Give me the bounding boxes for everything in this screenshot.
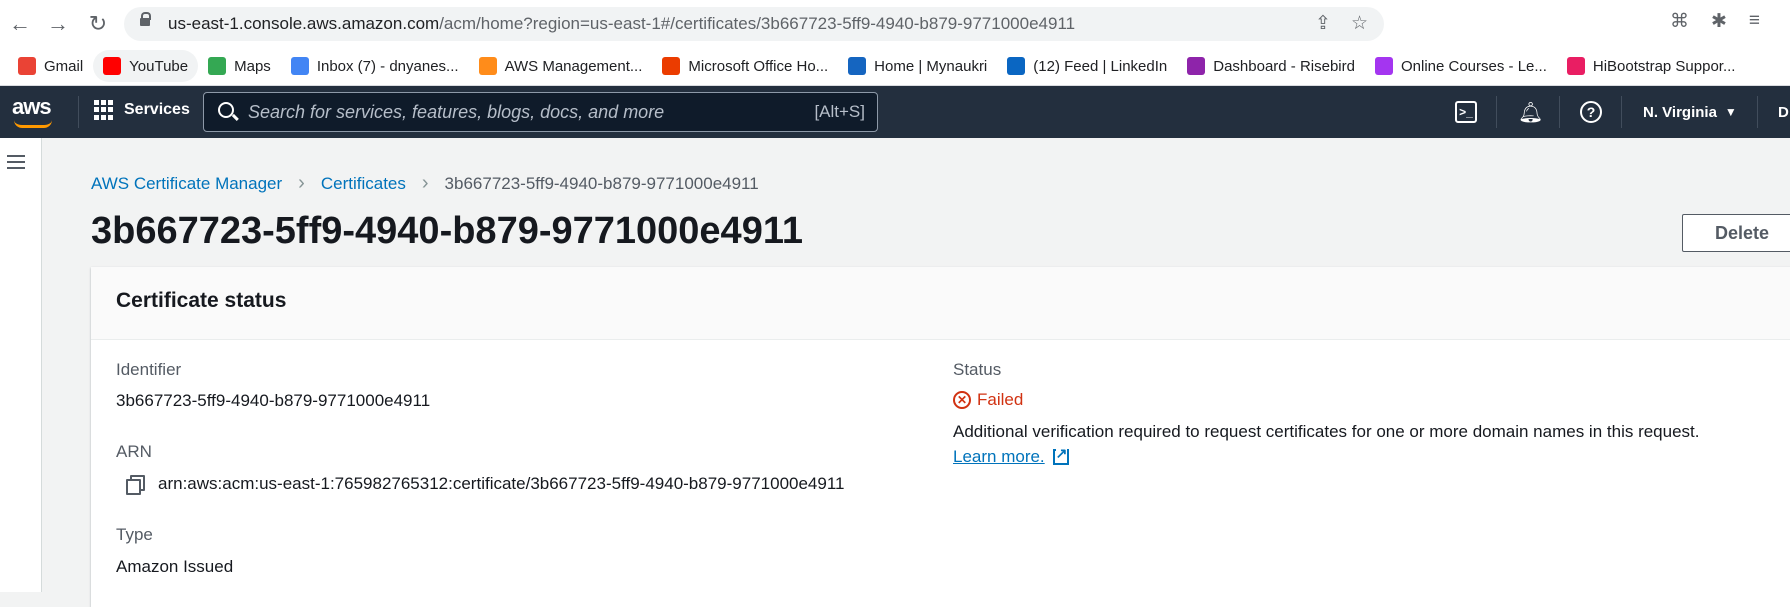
- bookmark-label: (12) Feed | LinkedIn: [1033, 57, 1168, 75]
- status-message: Additional verification required to requ…: [953, 422, 1700, 441]
- breadcrumb: AWS Certificate Manager › Certificates ›…: [91, 172, 759, 195]
- address-bar[interactable]: us-east-1.console.aws.amazon.com/acm/hom…: [124, 7, 1384, 41]
- chevron-right-icon: ›: [421, 172, 429, 194]
- side-nav: [0, 138, 42, 592]
- bookmark-label: YouTube: [129, 57, 189, 75]
- bookmark-item[interactable]: Online Courses - Le...: [1365, 50, 1557, 82]
- bell-icon[interactable]: 🔔︎: [1518, 100, 1543, 125]
- lock-icon[interactable]: [140, 12, 151, 29]
- bookmark-label: Gmail: [44, 57, 84, 75]
- bookmark-item[interactable]: AWS Management...: [469, 50, 653, 82]
- forward-icon[interactable]: →: [44, 10, 72, 38]
- divider: [1757, 96, 1758, 128]
- youtube-icon: [103, 57, 122, 75]
- services-label: Services: [124, 101, 190, 118]
- chevron-right-icon: ›: [298, 172, 305, 194]
- search-input[interactable]: Search for services, features, blogs, do…: [203, 92, 878, 132]
- learn-more-label: Learn more.: [953, 447, 1045, 466]
- status-label: Status: [953, 360, 1002, 379]
- aws-logo[interactable]: aws: [12, 94, 52, 120]
- learn-more-link[interactable]: Learn more.: [953, 446, 1069, 467]
- aws-smile-icon: [14, 120, 52, 128]
- url-host: us-east-1.console.aws.amazon.com: [168, 14, 440, 33]
- divider: [1496, 96, 1497, 128]
- arn-label: ARN: [116, 442, 152, 461]
- bookmark-item[interactable]: Gmail: [8, 50, 93, 82]
- aws-cube-icon: [478, 57, 497, 75]
- bookmark-star-icon[interactable]: ☆: [1351, 12, 1368, 35]
- region-selector[interactable]: N. Virginia ▼: [1643, 86, 1737, 138]
- region-label: N. Virginia: [1643, 103, 1717, 121]
- certificate-status-panel: Certificate status Identifier 3b667723-5…: [91, 267, 1790, 607]
- extension-icon[interactable]: ⌘: [1670, 10, 1689, 33]
- bookmark-item[interactable]: Dashboard - Risebird: [1177, 50, 1365, 82]
- bookmark-item[interactable]: Home | Mynaukri: [838, 50, 997, 82]
- divider: [78, 96, 79, 128]
- status-value: Failed: [977, 390, 1024, 409]
- bookmark-label: HiBootstrap Suppor...: [1592, 57, 1736, 75]
- bookmark-label: Home | Mynaukri: [874, 57, 988, 75]
- type-label: Type: [116, 525, 153, 544]
- status-badge: ✕ Failed: [953, 390, 1023, 410]
- bookmark-label: Dashboard - Risebird: [1213, 57, 1355, 75]
- hibootstrap-icon: [1566, 57, 1585, 75]
- arn-value: arn:aws:acm:us-east-1:765982765312:certi…: [158, 474, 845, 493]
- type-value: Amazon Issued: [116, 557, 234, 576]
- aws-top-nav: aws Services Search for services, featur…: [0, 86, 1790, 138]
- identifier-value: 3b667723-5ff9-4940-b879-9771000e4911: [116, 391, 431, 410]
- breadcrumb-certificates[interactable]: Certificates: [321, 174, 406, 194]
- panel-heading: Certificate status: [91, 267, 1790, 340]
- external-link-icon: [1052, 446, 1069, 465]
- breadcrumb-acm[interactable]: AWS Certificate Manager: [91, 174, 282, 194]
- cloudshell-icon[interactable]: >_: [1455, 101, 1477, 123]
- puzzle-icon[interactable]: ✱: [1711, 10, 1727, 33]
- error-icon: ✕: [953, 391, 971, 409]
- reload-icon[interactable]: ↻: [84, 10, 112, 38]
- grid-icon: [94, 100, 114, 120]
- hamburger-icon[interactable]: [7, 155, 25, 169]
- bookmark-label: Online Courses - Le...: [1400, 57, 1547, 75]
- bookmark-label: Inbox (7) - dnyanes...: [316, 57, 459, 75]
- caret-down-icon: ▼: [1724, 105, 1737, 119]
- udemy-icon: [1374, 57, 1393, 75]
- copy-icon[interactable]: [126, 475, 145, 495]
- maps-icon: [208, 57, 227, 75]
- page-title: 3b667723-5ff9-4940-b879-9771000e4911: [91, 210, 803, 252]
- bookmark-item[interactable]: Inbox (7) - dnyanes...: [281, 50, 469, 82]
- account-menu[interactable]: D: [1778, 104, 1789, 121]
- bookmark-label: Microsoft Office Ho...: [688, 57, 829, 75]
- bookmark-label: AWS Management...: [504, 57, 643, 75]
- office-icon: [662, 57, 681, 75]
- divider: [1559, 96, 1560, 128]
- back-icon[interactable]: ←: [6, 10, 34, 38]
- bookmark-item[interactable]: (12) Feed | LinkedIn: [997, 50, 1177, 82]
- bookmark-label: Maps: [234, 57, 271, 75]
- linkedin-icon: [1007, 57, 1026, 75]
- risebird-icon: [1187, 57, 1206, 75]
- bookmark-item[interactable]: Microsoft Office Ho...: [652, 50, 838, 82]
- help-icon[interactable]: ?: [1580, 101, 1602, 123]
- search-shortcut: [Alt+S]: [814, 102, 865, 121]
- bookmark-item[interactable]: HiBootstrap Suppor...: [1557, 50, 1746, 82]
- gmail-icon: [18, 57, 36, 75]
- url-path: /acm/home?region=us-east-1#/certificates…: [439, 14, 1076, 33]
- bookmarks-bar: Gmail YouTube Maps Inbox (7) - dnyanes... AW…: [0, 47, 1790, 86]
- delete-button[interactable]: Delete: [1682, 214, 1790, 252]
- bookmark-item[interactable]: YouTube: [93, 50, 199, 82]
- breadcrumb-current: 3b667723-5ff9-4940-b879-9771000e4911: [444, 173, 759, 193]
- gmail-icon: [290, 57, 309, 75]
- search-icon: [218, 102, 234, 118]
- media-icon[interactable]: ≡: [1749, 10, 1760, 33]
- divider: [1621, 96, 1622, 128]
- mynaukri-icon: [848, 57, 867, 75]
- bookmark-item[interactable]: Maps: [198, 50, 281, 82]
- share-icon[interactable]: ⇪: [1315, 12, 1331, 35]
- browser-toolbar: ← → ↻ us-east-1.console.aws.amazon.com/a…: [0, 0, 1790, 47]
- search-placeholder: Search for services, features, blogs, do…: [248, 102, 665, 122]
- identifier-label: Identifier: [116, 360, 182, 379]
- services-menu-button[interactable]: Services: [94, 100, 190, 120]
